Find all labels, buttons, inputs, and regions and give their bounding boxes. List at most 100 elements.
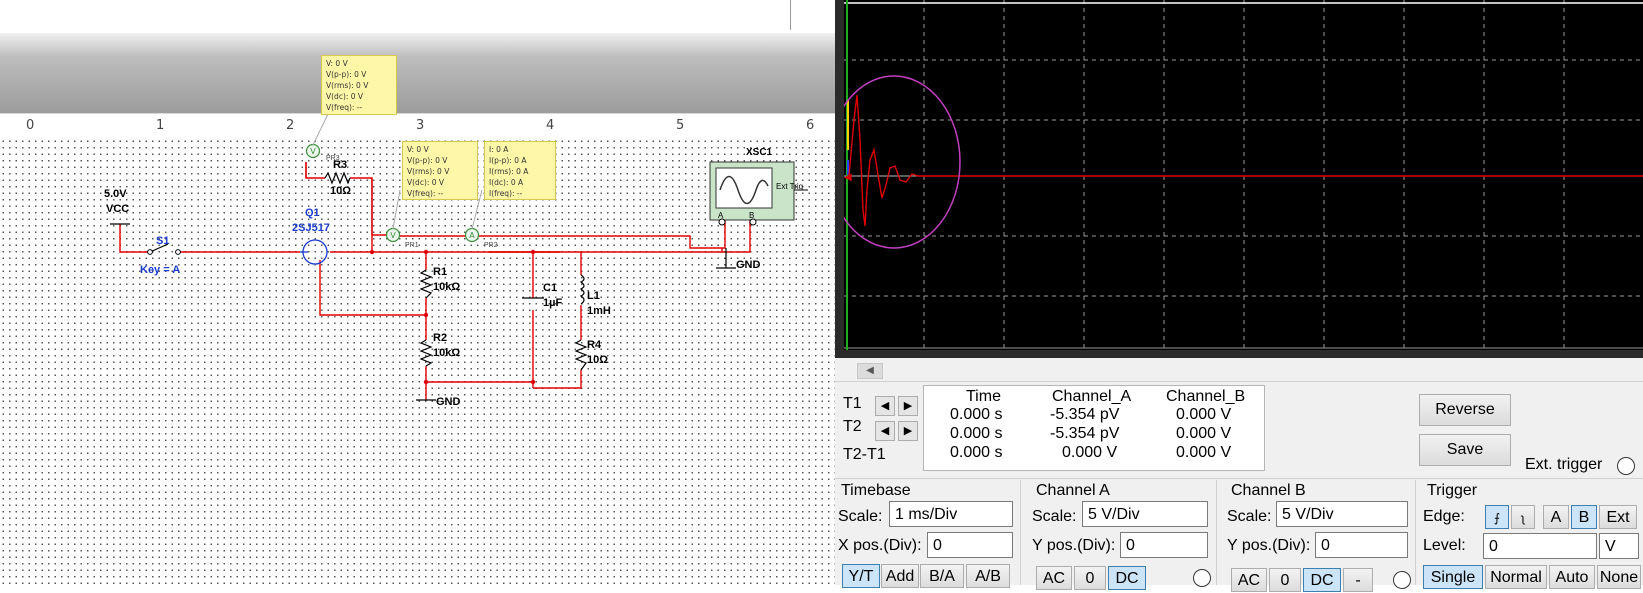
falling-edge-button[interactable]: ʅ [1511, 505, 1535, 529]
falling-edge-icon: ʅ [1521, 511, 1525, 525]
probe-pr2-label: PR2 [484, 242, 498, 249]
scope-horizontal-scrollbar[interactable]: ◀ [835, 359, 1643, 382]
timebase-xpos-field[interactable]: 0 [927, 532, 1013, 558]
probe-line: V(p-p): 0 V [326, 70, 367, 79]
channel-b-scale-label: Scale: [1227, 508, 1272, 525]
timebase-xpos-label: X pos.(Div): [838, 537, 922, 554]
probe-line: V: 0 V [407, 145, 429, 154]
t2-channel-a: -5.354 pV [1050, 425, 1120, 442]
col-channel-b-header: Channel_B [1166, 388, 1246, 405]
trigger-level-label: Level: [1423, 537, 1466, 554]
mode-ba-button[interactable]: B/A [920, 564, 964, 588]
probe-line: V(freq): -- [326, 103, 363, 112]
t2-time: 0.000 s [950, 425, 1003, 442]
c1-label: C1 [543, 282, 558, 294]
channel-b-title: Channel B [1231, 482, 1306, 499]
channel-b-ypos-label: Y pos.(Div): [1227, 537, 1311, 554]
svg-text:V: V [390, 231, 396, 240]
gnd-label: GND [436, 396, 461, 408]
t2-left-arrow-button[interactable]: ◀ [875, 421, 895, 441]
svg-text:A: A [469, 231, 475, 240]
cursor-t2-label: T2 [843, 418, 862, 435]
channel-a-dc-button[interactable]: DC [1108, 566, 1146, 590]
probe-line: V(rms): 0 V [326, 81, 369, 90]
probe-pr2-readout: I: 0 A I(p-p): 0 A I(rms): 0 A I(dc): 0 … [484, 141, 556, 200]
probe-line: V(p-p): 0 V [407, 156, 448, 165]
trigger-single-button[interactable]: Single [1423, 565, 1483, 589]
xsc1-channel-b-label: B [749, 211, 755, 220]
t1-channel-a: -5.354 pV [1050, 406, 1120, 423]
ext-trigger-radio[interactable] [1617, 457, 1635, 475]
q1-part-label: 2SJ517 [292, 222, 330, 234]
scroll-left-arrow[interactable]: ◀ [857, 363, 883, 379]
channel-b-dc-button[interactable]: DC [1303, 568, 1341, 592]
ext-trigger-label: Ext. trigger [1525, 456, 1603, 473]
c1-value: 1µF [543, 297, 563, 309]
channel-a-scale-field[interactable]: 5 V/Div [1082, 501, 1208, 527]
channel-a-zero-button[interactable]: 0 [1074, 566, 1106, 590]
channel-b-ypos-field[interactable]: 0 [1315, 532, 1408, 558]
timebase-scale-label: Scale: [838, 508, 883, 525]
channel-a-ypos-field[interactable]: 0 [1120, 532, 1208, 558]
trigger-level-field[interactable]: 0 [1483, 533, 1597, 559]
timebase-scale-field[interactable]: 1 ms/Div [889, 501, 1013, 527]
channel-b-ac-button[interactable]: AC [1231, 568, 1267, 592]
channel-a-radio[interactable] [1193, 569, 1211, 587]
l1-value: 1mH [587, 305, 611, 317]
probe-line: V(freq): -- [407, 189, 444, 198]
svg-text:V: V [310, 147, 316, 156]
channel-a-ac-button[interactable]: AC [1036, 566, 1072, 590]
probe-pr1-label: PR1 [405, 242, 419, 249]
t1-right-arrow-button[interactable]: ▶ [898, 396, 918, 416]
circuit-wires: V V A [110, 109, 808, 401]
probe-line: I: 0 A [489, 145, 509, 154]
svg-text:◀: ◀ [844, 172, 852, 183]
trigger-source-ext-button[interactable]: Ext [1599, 505, 1637, 529]
r3-value: 10Ω [330, 185, 352, 197]
timebase-title: Timebase [841, 482, 911, 499]
channel-b-zero-button[interactable]: 0 [1269, 568, 1301, 592]
section-divider [835, 478, 1643, 479]
cursor-diff-label: T2-T1 [843, 446, 886, 463]
channel-b-scale-field[interactable]: 5 V/Div [1276, 501, 1408, 527]
switch-s1-key[interactable]: Key = A [140, 264, 180, 276]
diff-channel-a: 0.000 V [1062, 444, 1118, 461]
trigger-auto-button[interactable]: Auto [1549, 565, 1595, 589]
mode-yt-button[interactable]: Y/T [842, 564, 880, 588]
vcc-label: VCC [106, 203, 130, 215]
t2-right-arrow-button[interactable]: ▶ [898, 421, 918, 441]
gnd-label: GND [736, 259, 761, 271]
trigger-normal-button[interactable]: Normal [1485, 565, 1547, 589]
channel-a-title: Channel A [1036, 482, 1110, 499]
mode-add-button[interactable]: Add [881, 564, 919, 588]
save-button[interactable]: Save [1419, 434, 1511, 466]
group-separator [1415, 480, 1416, 585]
t2-channel-b: 0.000 V [1176, 425, 1232, 442]
cursor-t1-label: T1 [843, 395, 862, 412]
t1-channel-b: 0.000 V [1176, 406, 1232, 423]
trigger-none-button[interactable]: None [1597, 565, 1641, 589]
t1-left-arrow-button[interactable]: ◀ [875, 396, 895, 416]
trigger-level-unit[interactable]: V [1599, 533, 1639, 559]
group-separator [1020, 480, 1021, 585]
channel-b-radio[interactable] [1393, 571, 1411, 589]
r3-label: R3 [333, 159, 348, 171]
r1-label: R1 [433, 266, 448, 278]
probe-line: V(dc): 0 V [326, 92, 364, 101]
l1-label: L1 [587, 290, 600, 302]
scope-screen[interactable]: ◀ [844, 0, 1643, 350]
xsc1-label: XSC1 [746, 147, 773, 158]
q1-label: Q1 [305, 207, 320, 219]
r1-value: 10kΩ [433, 281, 461, 293]
r4-value: 10Ω [587, 354, 609, 366]
group-separator [1216, 480, 1217, 585]
rising-edge-button[interactable]: ⨍ [1485, 505, 1509, 529]
mode-ab-button[interactable]: A/B [966, 564, 1010, 588]
trigger-source-a-button[interactable]: A [1543, 505, 1569, 529]
channel-b-invert-button[interactable]: - [1343, 568, 1373, 592]
reverse-button[interactable]: Reverse [1419, 394, 1511, 426]
oscilloscope-panel: ◀ ◀ T1 T2 T2-T1 ◀ ▶ ◀ ▶ Time Channel_A C… [835, 0, 1643, 592]
r2-label: R2 [433, 332, 448, 344]
trigger-source-b-button[interactable]: B [1571, 505, 1597, 529]
r4-label: R4 [587, 339, 602, 351]
